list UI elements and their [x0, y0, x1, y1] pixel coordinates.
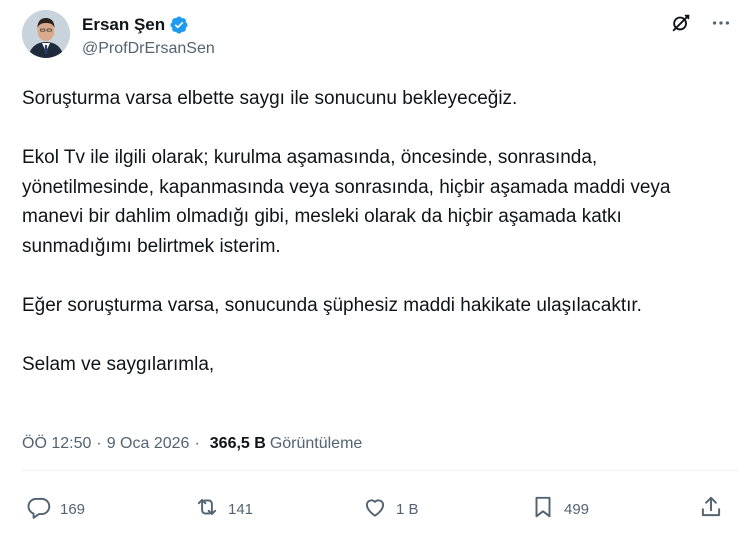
like-count: 1 B [396, 500, 419, 518]
tweet-time[interactable]: ÖÖ 12:50 [22, 435, 91, 453]
divider [22, 470, 738, 471]
tweet-card: Ersan Şen @ProfDrErsanSen Soruşturma var… [0, 0, 750, 539]
bookmark-icon [530, 494, 556, 524]
tweet-date[interactable]: 9 Oca 2026 [107, 435, 190, 453]
reply-count: 169 [60, 500, 86, 518]
like-icon [362, 494, 388, 524]
tweet-actions-bar: 169 141 1 B 499 [22, 494, 728, 524]
bookmark-count: 499 [564, 500, 590, 518]
tweet-paragraph: Ekol Tv ile ilgili olarak; kurulma aşama… [22, 147, 671, 257]
repost-count: 141 [228, 500, 254, 518]
repost-icon [194, 494, 220, 524]
author-handle[interactable]: @ProfDrErsanSen [82, 40, 215, 58]
share-button[interactable] [698, 494, 724, 524]
reply-button[interactable]: 169 [26, 494, 85, 524]
repost-button[interactable]: 141 [194, 494, 253, 524]
verified-badge-icon[interactable] [169, 15, 189, 35]
views-count[interactable]: 366,5 B [210, 435, 266, 453]
reply-icon [26, 494, 52, 524]
meta-separator: · [194, 435, 200, 452]
meta-separator: · [96, 435, 102, 452]
tweet-paragraph: Selam ve saygılarımla, [22, 353, 215, 375]
tweet-paragraph: Soruşturma varsa elbette saygı ile sonuc… [22, 88, 518, 109]
tweet-meta: ÖÖ 12:50 · 9 Oca 2026 · 366,5 B Görüntül… [22, 432, 362, 456]
share-icon [698, 494, 724, 524]
tweet-text: Soruşturma varsa elbette saygı ile sonuc… [22, 84, 722, 409]
grok-icon[interactable] [670, 12, 692, 34]
more-options-icon[interactable] [710, 12, 732, 34]
author-info: Ersan Şen @ProfDrErsanSen [82, 14, 215, 58]
bookmark-button[interactable]: 499 [530, 494, 589, 524]
tweet-top-actions [670, 12, 732, 34]
views-label: Görüntüleme [269, 435, 363, 452]
like-button[interactable]: 1 B [362, 494, 419, 524]
author-display-name[interactable]: Ersan Şen [82, 15, 165, 35]
tweet-header: Ersan Şen @ProfDrErsanSen [22, 10, 738, 66]
avatar[interactable] [22, 10, 70, 58]
tweet-paragraph: Eğer soruşturma varsa, sonucunda şüphesi… [22, 294, 642, 316]
